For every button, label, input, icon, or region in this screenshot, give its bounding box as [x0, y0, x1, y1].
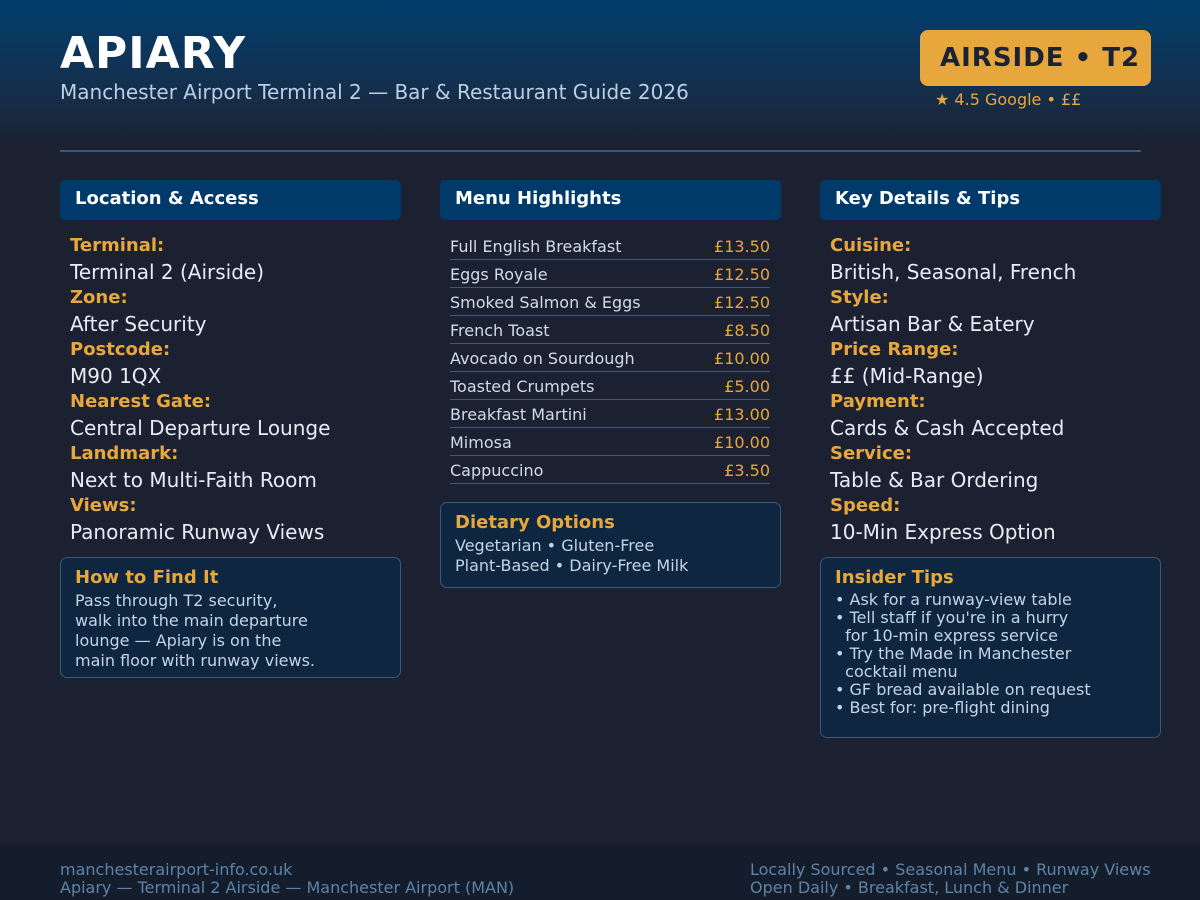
menu-item: French Toast £8.50: [450, 316, 770, 344]
menu-item-name: Smoked Salmon & Eggs: [450, 293, 641, 312]
field-label: Landmark:: [70, 443, 179, 464]
field-value: After Security: [70, 312, 207, 336]
field-nearest-gate: Nearest Gate: Central Departure Lounge: [70, 391, 330, 441]
field-style: Style: Artisan Bar & Eatery: [830, 287, 1035, 337]
menu-item-name: Full English Breakfast: [450, 237, 622, 256]
menu-item: Cappuccino £3.50: [450, 456, 770, 484]
menu-item: Breakfast Martini £13.00: [450, 400, 770, 428]
field-value: Next to Multi-Faith Room: [70, 468, 317, 492]
airside-badge: AIRSIDE • T2: [920, 30, 1151, 86]
field-zone: Zone: After Security: [70, 287, 207, 337]
insider-tips-box: Insider Tips • Ask for a runway-view tab…: [820, 557, 1161, 738]
menu-item-price: £5.00: [724, 377, 770, 396]
footer-hours: Open Daily • Breakfast, Lunch & Dinner: [750, 878, 1069, 897]
field-value: Table & Bar Ordering: [830, 468, 1039, 492]
menu-item: Toasted Crumpets £5.00: [450, 372, 770, 400]
field-value: Cards & Cash Accepted: [830, 416, 1065, 440]
field-speed: Speed: 10-Min Express Option: [830, 495, 1056, 545]
field-payment: Payment: Cards & Cash Accepted: [830, 391, 1064, 441]
menu-item-price: £12.50: [714, 265, 770, 284]
field-label: Price Range:: [830, 339, 959, 360]
field-value: British, Seasonal, French: [830, 260, 1077, 284]
menu-heading: Menu Highlights: [440, 180, 781, 220]
field-label: Terminal:: [70, 235, 165, 256]
field-value: M90 1QX: [70, 364, 162, 388]
field-label: Payment:: [830, 391, 926, 412]
field-cuisine: Cuisine: British, Seasonal, French: [830, 235, 1076, 285]
page-title: APIARY: [60, 28, 247, 79]
menu-item: Eggs Royale £12.50: [450, 260, 770, 288]
field-label: Views:: [70, 495, 137, 516]
field-label: Style:: [830, 287, 889, 308]
page-subtitle: Manchester Airport Terminal 2 — Bar & Re…: [60, 80, 689, 104]
insider-tip-line: • Ask for a runway-view table: [835, 590, 1072, 609]
footer-features: Locally Sourced • Seasonal Menu • Runway…: [750, 860, 1151, 879]
menu-item-price: £10.00: [714, 433, 770, 452]
menu-item-name: French Toast: [450, 321, 550, 340]
field-postcode: Postcode: M90 1QX: [70, 339, 170, 389]
field-value: 10-Min Express Option: [830, 520, 1056, 544]
field-label: Speed:: [830, 495, 901, 516]
field-value: Terminal 2 (Airside): [70, 260, 265, 284]
menu-item-name: Breakfast Martini: [450, 405, 587, 424]
how-to-find-line: lounge — Apiary is on the: [75, 631, 282, 650]
field-label: Postcode:: [70, 339, 171, 360]
footer: manchesterairport-info.co.uk Apiary — Te…: [0, 845, 1200, 900]
insider-tip-line: cocktail menu: [835, 662, 958, 681]
field-label: Nearest Gate:: [70, 391, 212, 412]
insider-tip-line: • Try the Made in Manchester: [835, 644, 1072, 663]
menu-item-price: £13.50: [714, 237, 770, 256]
insider-tip-line: • Best for: pre-flight dining: [835, 698, 1050, 717]
menu-item-name: Toasted Crumpets: [450, 377, 595, 396]
field-value: Artisan Bar & Eatery: [830, 312, 1035, 336]
footer-location: Apiary — Terminal 2 Airside — Manchester…: [60, 878, 515, 897]
field-label: Cuisine:: [830, 235, 912, 256]
menu-list: Full English Breakfast £13.50 Eggs Royal…: [450, 232, 770, 484]
insider-tip-line: for 10-min express service: [835, 626, 1058, 645]
menu-item: Full English Breakfast £13.50: [450, 232, 770, 260]
menu-item: Avocado on Sourdough £10.00: [450, 344, 770, 372]
field-value: Central Departure Lounge: [70, 416, 331, 440]
field-value: Panoramic Runway Views: [70, 520, 325, 544]
location-heading: Location & Access: [60, 180, 401, 220]
rating-text: ★ 4.5 Google • ££: [935, 90, 1082, 109]
header-divider: [60, 150, 1141, 152]
footer-website: manchesterairport-info.co.uk: [60, 860, 293, 879]
insider-tip-line: • GF bread available on request: [835, 680, 1091, 699]
dietary-options-title: Dietary Options: [455, 512, 615, 533]
menu-item-price: £13.00: [714, 405, 770, 424]
how-to-find-line: walk into the main departure: [75, 611, 308, 630]
field-views: Views: Panoramic Runway Views: [70, 495, 324, 545]
how-to-find-title: How to Find It: [75, 567, 219, 588]
field-value: ££ (Mid-Range): [830, 364, 984, 388]
how-to-find-line: Pass through T2 security,: [75, 591, 278, 610]
how-to-find-line: main floor with runway views.: [75, 651, 315, 670]
dietary-options-line: Vegetarian • Gluten-Free: [455, 536, 655, 555]
field-label: Service:: [830, 443, 913, 464]
field-label: Zone:: [70, 287, 128, 308]
field-terminal: Terminal: Terminal 2 (Airside): [70, 235, 264, 285]
field-service: Service: Table & Bar Ordering: [830, 443, 1038, 493]
menu-item: Mimosa £10.00: [450, 428, 770, 456]
field-price-range: Price Range: ££ (Mid-Range): [830, 339, 984, 389]
menu-item-price: £12.50: [714, 293, 770, 312]
menu-item: Smoked Salmon & Eggs £12.50: [450, 288, 770, 316]
menu-item-name: Eggs Royale: [450, 265, 548, 284]
menu-item-name: Cappuccino: [450, 461, 544, 480]
menu-item-price: £3.50: [724, 461, 770, 480]
menu-item-name: Avocado on Sourdough: [450, 349, 635, 368]
insider-tip-line: • Tell staff if you're in a hurry: [835, 608, 1069, 627]
insider-tips-title: Insider Tips: [835, 567, 954, 588]
dietary-options-box: Dietary Options Vegetarian • Gluten-Free…: [440, 502, 781, 588]
how-to-find-box: How to Find It Pass through T2 security,…: [60, 557, 401, 678]
menu-item-price: £8.50: [724, 321, 770, 340]
menu-item-name: Mimosa: [450, 433, 512, 452]
details-heading: Key Details & Tips: [820, 180, 1161, 220]
menu-item-price: £10.00: [714, 349, 770, 368]
field-landmark: Landmark: Next to Multi-Faith Room: [70, 443, 317, 493]
dietary-options-line: Plant-Based • Dairy-Free Milk: [455, 556, 689, 575]
